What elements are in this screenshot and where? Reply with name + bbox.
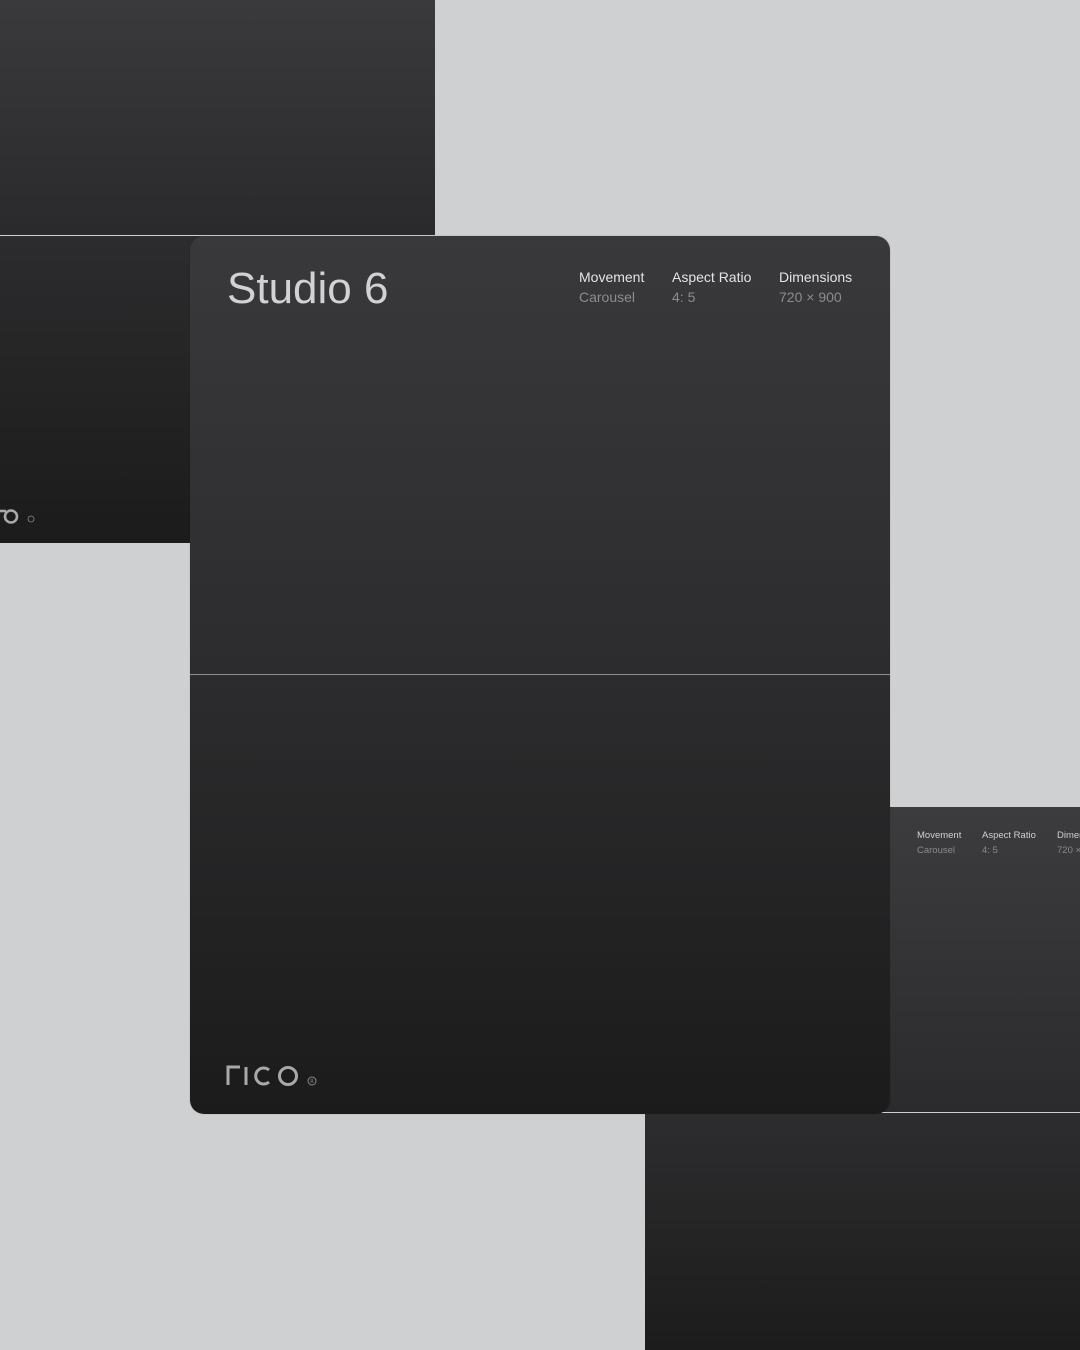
meta-movement: Movement Carousel: [579, 267, 644, 307]
bottom-right-card-upper: [860, 807, 1080, 1112]
br-meta-value: 4: 5: [982, 845, 998, 856]
meta-dimensions: Dimensions 720 × 900: [779, 267, 852, 307]
card-title: Studio 6: [227, 264, 389, 313]
br-meta-label: Movement: [917, 830, 962, 841]
meta-label: Movement: [579, 269, 645, 285]
top-left-card-upper: [0, 0, 435, 235]
meta-value: Carousel: [579, 289, 636, 305]
main-card-lower: [190, 675, 890, 1114]
meta-value: 4: 5: [672, 289, 696, 305]
rico-logo-partial: [0, 509, 35, 524]
br-meta-label: Dimensions: [1057, 830, 1080, 841]
meta-aspect-ratio: Aspect Ratio 4: 5: [672, 267, 751, 307]
meta-label: Dimensions: [779, 269, 853, 285]
svg-text:R: R: [310, 1079, 314, 1085]
br-meta-label: Aspect Ratio: [982, 830, 1036, 841]
main-card: Studio 6 Movement Carousel Aspect Ratio …: [190, 236, 890, 1114]
br-meta-dimensions: Dimensions 720 × 900: [1057, 828, 1080, 858]
br-meta-value: 720 × 900: [1057, 845, 1080, 856]
br-meta-value: Carousel: [917, 845, 956, 856]
bottom-right-card-lower: [645, 1113, 1080, 1350]
meta-label: Aspect Ratio: [672, 269, 752, 285]
br-meta-aspect-ratio: Aspect Ratio 4: 5: [982, 828, 1036, 858]
br-meta-movement: Movement Carousel: [917, 828, 961, 858]
meta-value: 720 × 900: [779, 289, 842, 305]
rico-logo: R: [226, 1065, 317, 1086]
